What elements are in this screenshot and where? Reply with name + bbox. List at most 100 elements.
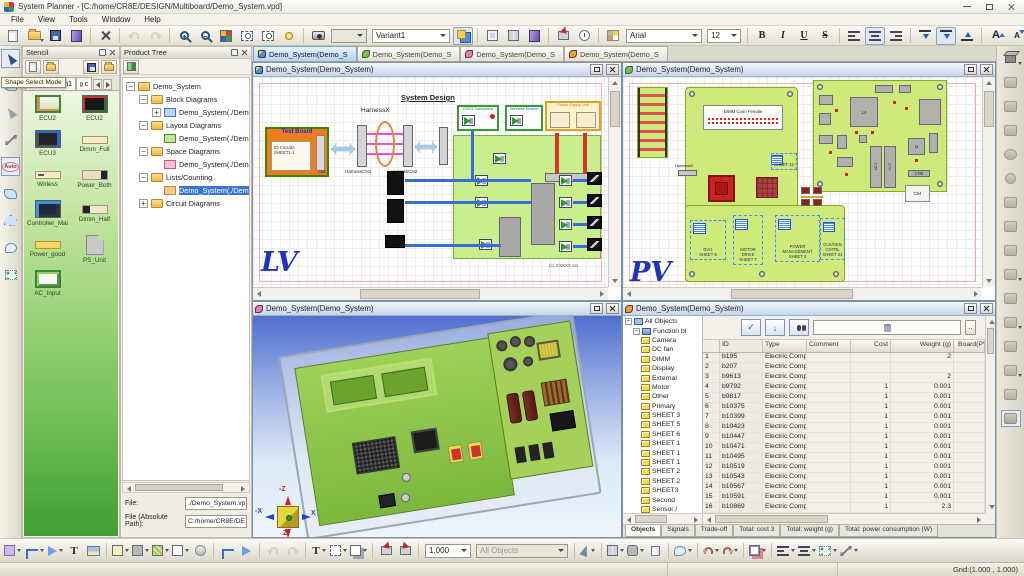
select-alt-button[interactable] [1,103,20,122]
rotate-right-button[interactable] [721,542,739,560]
file-value[interactable]: ./Demo_System.vp [185,497,247,510]
peripheral-image-node[interactable] [587,216,602,229]
objects-tab[interactable]: Trade-off [695,525,733,537]
board-swap-button[interactable] [503,27,523,45]
align-objects-button[interactable] [776,542,796,560]
scale-combo[interactable]: 1.000 [425,544,471,558]
strike-button[interactable]: S [815,27,835,45]
component-update-button[interactable] [553,27,573,45]
wireless-module-node[interactable]: Wireless Module [505,105,543,131]
button-3d[interactable] [401,472,411,482]
test-board-node[interactable]: Test Board IO CircuitA SHEET1-1 CN1 [265,127,329,177]
h-scrollbar[interactable] [623,287,982,300]
note-button[interactable] [646,542,664,560]
ic-component[interactable] [875,85,893,93]
capacitor-component[interactable]: C56 [870,146,882,188]
objects-tree-item[interactable]: SHEET 6 [623,430,702,439]
fill-yellow-button[interactable] [111,542,130,560]
table-row[interactable]: 6 b10375 Electric Compo 1 0.001 [703,403,985,413]
component-icon[interactable] [493,153,506,164]
history-button[interactable] [574,27,594,45]
c64-connector[interactable]: C64 [905,185,930,202]
maximize-button[interactable] [982,2,996,12]
ic-component[interactable] [837,157,853,167]
mode-combo[interactable] [331,29,367,43]
terminal-3d[interactable] [514,446,526,463]
objects-tree-item[interactable]: SHEET 2 [623,467,702,476]
stencil-item[interactable]: Controller_Mai [24,200,71,235]
table-row[interactable]: 2 b207 Electric Compo [703,363,985,373]
tree-expander[interactable]: + [152,108,161,117]
heatsink2-3d[interactable] [550,410,577,432]
table-row[interactable]: 3 b9613 Electric Compo 2 [703,373,985,383]
zoom-dynamic-button[interactable] [279,27,299,45]
objects-tab[interactable]: Objects [625,525,661,537]
ic-component[interactable] [819,135,833,144]
italic-button[interactable]: I [773,27,793,45]
hand-button[interactable] [673,542,693,560]
shape-undo-button[interactable] [264,542,282,560]
document-tab[interactable]: Demo_System(Demo_S [357,46,461,61]
table-row[interactable]: 10 b10471 Electric Compo 1 0.001 [703,443,985,453]
document-tab[interactable]: Demo_System(Demo_S [460,46,564,61]
shape-select-button[interactable] [1,49,20,68]
bold-button[interactable]: B [752,27,772,45]
shape-tool-button[interactable] [1,184,20,203]
font-size-combo[interactable]: 12 [707,29,741,43]
tree-expander[interactable]: − [139,147,148,156]
stencil-item[interactable]: ECU3 [24,130,71,165]
dimm-conn-female[interactable]: DIMM Conn Female [703,105,783,130]
find-button[interactable] [789,319,809,336]
slice-button[interactable] [1001,338,1021,355]
color-scheme-button[interactable] [603,27,623,45]
more-button[interactable]: .. [965,320,976,335]
table-h-scrollbar[interactable] [623,513,985,524]
collision-check-button[interactable] [1001,410,1021,427]
connector-bar[interactable] [439,127,448,165]
rotate-3d-button[interactable] [1001,74,1021,91]
select-style-button[interactable] [329,542,348,560]
table-row[interactable]: 12 b10519 Electric Compo 1 0.001 [703,463,985,473]
minimize-button[interactable] [960,2,974,12]
component-icon[interactable] [559,219,572,230]
stencil-item[interactable]: PS_Unit [71,235,118,270]
close-button[interactable] [980,303,993,314]
orientation-cube[interactable] [277,506,299,528]
rect-tool-button[interactable] [3,542,22,560]
sheet-region[interactable]: POWER MANAGEMENTSHEET 3 [775,215,820,262]
objects-tree-item[interactable]: SHEET 1 [623,458,702,467]
card-3d[interactable] [467,441,484,461]
variant-view-button[interactable] [453,27,473,45]
product-tree-node[interactable]: − Layout Diagrams [123,119,249,132]
col-id[interactable]: ID [720,340,763,352]
stencil-item[interactable]: Dimm_Half [71,200,118,235]
component-icon[interactable] [559,241,572,252]
package-button[interactable] [626,542,645,560]
table-row[interactable]: 14 b10567 Electric Compo 1 0.001 [703,483,985,493]
board-in-button[interactable] [377,542,395,560]
peripheral-node[interactable] [385,235,405,248]
font-grow-button[interactable]: A [986,27,1006,45]
ic-component[interactable]: LTM [908,170,930,177]
sheet-region[interactable]: SHEET 12 [771,153,797,170]
dimm-board[interactable] [637,87,668,158]
enclosure-3d[interactable] [278,316,601,537]
connector-tool-button[interactable] [23,542,45,560]
objects-tab[interactable]: Signals [661,525,695,537]
wand-button[interactable] [579,542,597,560]
fill-white-button[interactable] [171,542,190,560]
undo-button[interactable] [124,27,144,45]
peripheral-image-node[interactable] [587,172,602,185]
stencil-open-button[interactable] [43,60,59,74]
lasso-tool-button[interactable] [1,238,20,257]
document-tab[interactable]: Demo_System(Demo_S [253,46,357,61]
hand-3d-button[interactable] [1001,386,1021,403]
objects-tree-item[interactable]: Primary [623,402,702,411]
distribute-button[interactable] [797,542,817,560]
hierarchy-button[interactable] [606,542,625,560]
sheet-region[interactable]: DVI1SHEET 6 [690,220,726,260]
document-tab[interactable]: Demo_System(Demo_S [564,46,668,61]
snap-grid-button[interactable] [818,542,838,560]
valign-top-button[interactable] [915,27,935,45]
col-weight[interactable]: Weight (g) [891,340,954,352]
